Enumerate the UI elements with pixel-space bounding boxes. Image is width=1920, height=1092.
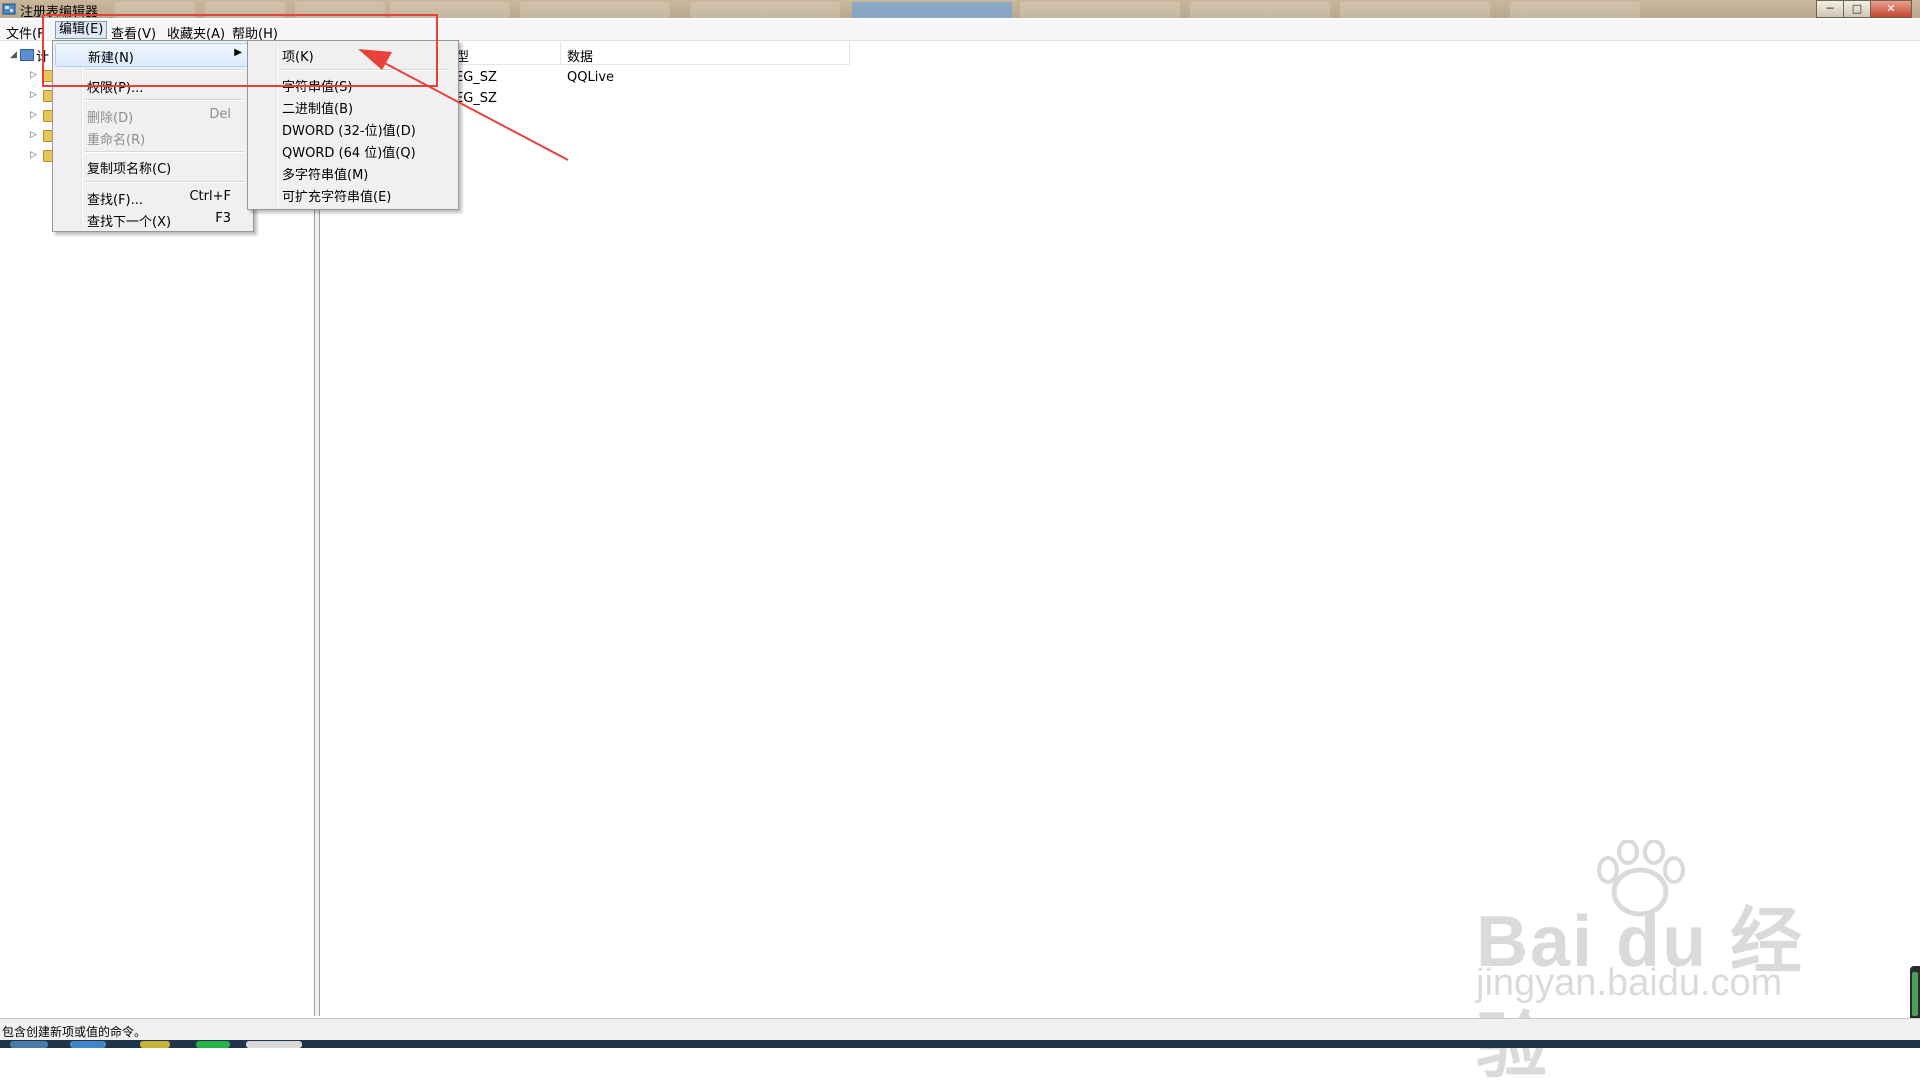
- status-bar: 包含创建新项或值的命令。: [0, 1018, 1920, 1041]
- background-taskbar-tab: [852, 2, 1012, 18]
- menu-item-find-next[interactable]: 查找下一个(X) F3: [55, 208, 251, 230]
- close-button[interactable]: ✕: [1870, 0, 1912, 18]
- minimize-button[interactable]: ─: [1816, 0, 1844, 18]
- taskbar-app-icon[interactable]: [140, 1041, 170, 1048]
- column-header-data[interactable]: 数据: [561, 42, 850, 65]
- taskbar-app-icon[interactable]: [196, 1041, 230, 1048]
- annotation-arrow-icon: [358, 49, 569, 161]
- background-taskbar-tab: [1510, 2, 1640, 18]
- menu-item-find-next-shortcut: F3: [215, 211, 231, 226]
- background-taskbar-tab: [1340, 2, 1490, 18]
- watermark-url: jingyan.baidu.com: [1476, 962, 1783, 1004]
- taskbar-app-icon[interactable]: [70, 1041, 106, 1048]
- baidu-watermark-logo: Bai du 经验 jingyan.baidu.com: [1470, 840, 1820, 1087]
- background-taskbar-tab: [1020, 2, 1180, 18]
- status-text: 包含创建新项或值的命令。: [2, 1025, 147, 1039]
- maximize-button[interactable]: □: [1843, 0, 1871, 18]
- start-button[interactable]: [10, 1041, 48, 1048]
- background-taskbar-tab: [1190, 2, 1330, 18]
- window-controls: ─ □ ✕: [1816, 0, 1912, 18]
- side-scroll-widget[interactable]: [1910, 966, 1920, 1024]
- background-taskbar-tab: [690, 2, 840, 18]
- menu-item-find-next-label: 查找下一个(X): [87, 215, 172, 230]
- taskbar-app-icon[interactable]: [246, 1041, 302, 1048]
